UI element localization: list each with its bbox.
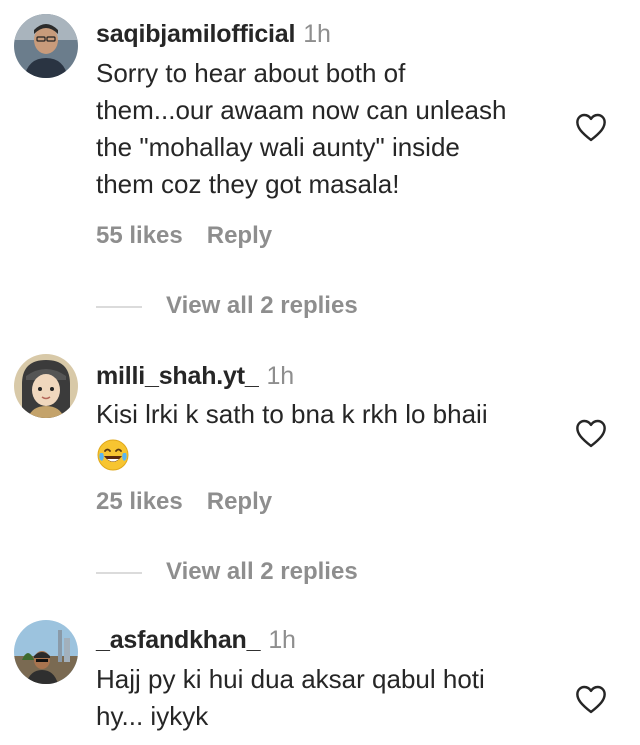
like-heart-icon[interactable]: [574, 112, 608, 142]
view-replies-button[interactable]: View all 2 replies: [96, 292, 358, 320]
comment-line: Kisi lrki k sath to bna k rkh lo bhaii: [96, 399, 488, 429]
comment-line: Sorry to hear about both of: [96, 58, 406, 88]
avatar[interactable]: [14, 354, 78, 418]
like-heart-icon[interactable]: [574, 418, 608, 448]
comment-line: them coz they got masala!: [96, 169, 400, 199]
comment-line: the "mohallay wali aunty" inside: [96, 132, 460, 162]
replies-divider: [96, 571, 142, 574]
comment-text: Hajj py ki hui dua aksar qabul hoti hy..…: [96, 661, 566, 735]
avatar[interactable]: [14, 620, 78, 684]
comment-text: Sorry to hear about both of them...our a…: [96, 55, 566, 203]
face-with-tears-of-joy-icon: [97, 439, 129, 471]
likes-count[interactable]: 25 likes: [96, 488, 183, 515]
comment-timestamp: 1h: [268, 626, 296, 654]
comment-timestamp: 1h: [266, 362, 295, 390]
profile-photo-icon: [14, 14, 78, 78]
profile-photo-icon: [14, 354, 78, 418]
comment-item: saqibjamilofficial 1h Sorry to hear about…: [0, 0, 640, 330]
profile-photo-icon: [14, 620, 78, 684]
comment-text: Kisi lrki k sath to bna k rkh lo bhaii: [96, 396, 566, 475]
username-text[interactable]: _asfandkhan_: [96, 626, 261, 654]
comment-username[interactable]: milli_shah.yt_ 1h: [96, 362, 294, 391]
comment-item: _asfandkhan_ 1h Hajj py ki hui dua aksar …: [0, 606, 640, 745]
comment-line: Hajj py ki hui dua aksar qabul hoti: [96, 664, 485, 694]
comment-line: hy... iykyk: [96, 701, 209, 731]
comment-username[interactable]: _asfandkhan_ 1h: [96, 626, 296, 655]
username-text[interactable]: milli_shah.yt_: [96, 362, 259, 390]
username-text[interactable]: saqibjamilofficial: [96, 20, 295, 48]
comment-emoji-line: [96, 433, 566, 475]
comment-item: milli_shah.yt_ 1h Kisi lrki k sath to bna…: [0, 340, 640, 600]
view-replies-button[interactable]: View all 2 replies: [96, 558, 358, 586]
comment-line: them...our awaam now can unleash: [96, 95, 507, 125]
comment-username[interactable]: saqibjamilofficial 1h: [96, 20, 331, 49]
reply-button[interactable]: Reply: [207, 488, 272, 515]
like-heart-icon[interactable]: [574, 684, 608, 714]
replies-divider: [96, 305, 142, 308]
view-replies-label[interactable]: View all 2 replies: [166, 558, 358, 585]
comment-meta: 25 likes Reply: [96, 488, 272, 516]
view-replies-label[interactable]: View all 2 replies: [166, 292, 358, 319]
likes-count[interactable]: 55 likes: [96, 222, 183, 249]
reply-button[interactable]: Reply: [207, 222, 272, 249]
comment-meta: 55 likes Reply: [96, 222, 272, 250]
avatar[interactable]: [14, 14, 78, 78]
comment-timestamp: 1h: [303, 20, 331, 48]
